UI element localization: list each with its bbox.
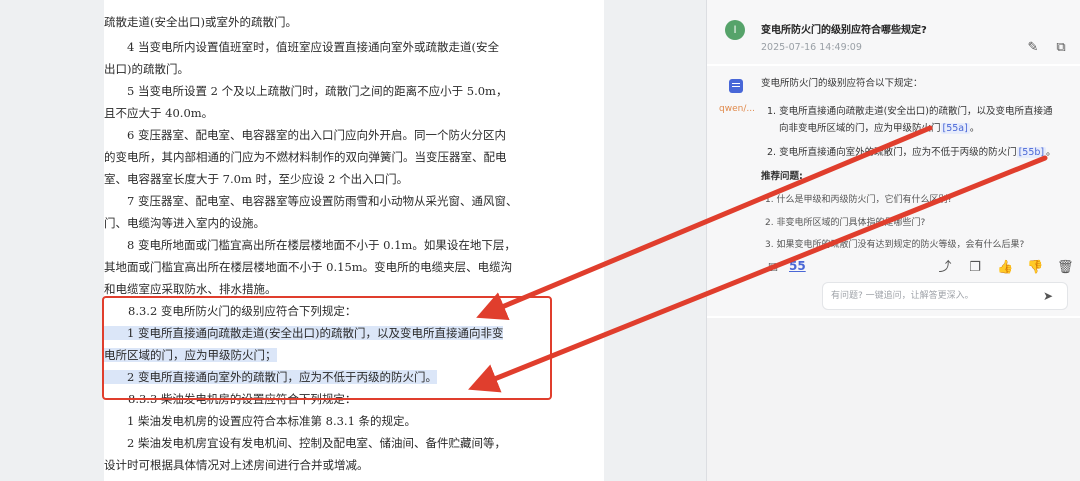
doc-line: 7 变压器室、配电室、电容器室等应设置防雨雪和小动物从采光窗、通风窗、: [104, 190, 604, 213]
doc-line: 8 变电所地面或门槛宜高出所在楼层楼地面不小于 0.1m。如果设在地下层，: [104, 234, 604, 257]
doc-text: 和电缆室应采取防水、排水措施。: [104, 282, 277, 296]
answer-text: 2. 变电所直接通向室外的疏散门，应为不低于丙级的防火门: [767, 147, 1017, 158]
doc-line: 疏散走道(安全出口)或室外的疏散门。: [104, 11, 604, 34]
doc-line: 其地面或门槛宜高出所在楼层楼地面不小于 0.15m。变电所的电缆夹层、电缆沟: [104, 256, 604, 279]
doc-text: 1 柴油发电机房的设置应符合本标准第 8.3.1 条的规定。: [104, 414, 417, 428]
answer-intro: 变电所防火门的级别应符合以下规定：: [761, 78, 923, 89]
doc-text: 5 当变电所设置 2 个及以上疏散门时，疏散门之间的距离不应小于 5.0m，: [104, 84, 508, 98]
document-page: 疏散走道(安全出口)或室外的疏散门。 4 当变电所内设置值班室时，值班室应设置直…: [104, 0, 604, 481]
doc-line: 6 变压器室、配电室、电容器室的出入口门应向外开启。同一个防火分区内: [104, 124, 604, 147]
copy-icon[interactable]: ⧉: [1053, 40, 1069, 56]
doc-text: 8 变电所地面或门槛宜高出所在楼层楼地面不小于 0.1m。如果设在地下层，: [104, 238, 516, 252]
duplicate-icon[interactable]: ❐: [967, 260, 983, 276]
doc-text: 出口)的疏散门。: [104, 62, 189, 76]
doc-text: 且不应大于 40.0m。: [104, 106, 214, 120]
panel-empty-area: [707, 318, 1080, 481]
question-text: 变电所防火门的级别应符合哪些规定?: [761, 25, 927, 36]
thumbs-down-icon[interactable]: 👎: [1027, 260, 1043, 276]
follow-up-input[interactable]: [831, 288, 1031, 304]
doc-line: 门、电缆沟等进入室内的设施。: [104, 212, 604, 235]
answer-item-1-cont: 向非变电所区域的门，应为甲级防火门 [55a]。: [779, 119, 979, 139]
doc-line: 的变电所，其内部相通的门应为不燃材料制作的双向弹簧门。当变压器室、配电: [104, 146, 604, 169]
recommend-question[interactable]: 3. 如果变电所的疏散门没有达到规定的防火等级，会有什么后果?: [765, 237, 1024, 250]
sources-icon[interactable]: ⧉: [765, 260, 781, 276]
question-timestamp: 2025-07-16 14:49:09: [761, 42, 862, 53]
share-icon[interactable]: ⤴: [937, 260, 953, 276]
user-avatar: I: [725, 20, 745, 40]
send-icon[interactable]: ➤: [1043, 289, 1057, 303]
doc-line: 2 柴油发电机房宜设有发电机间、控制及配电室、储油间、备件贮藏间等，: [104, 432, 604, 455]
answer-text: 向非变电所区域的门，应为甲级防火门: [779, 123, 941, 134]
doc-line: 1 柴油发电机房的设置应符合本标准第 8.3.1 条的规定。: [104, 410, 604, 433]
user-question-card: I 变电所防火门的级别应符合哪些规定? 2025-07-16 14:49:09 …: [707, 0, 1080, 64]
edit-icon[interactable]: ✎: [1025, 40, 1041, 56]
doc-text: 其地面或门槛宜高出所在楼层楼地面不小于 0.15m。变电所的电缆夹层、电缆沟: [104, 260, 513, 274]
answer-text: 。: [969, 123, 980, 134]
doc-line: 室、电容器室长度大于 7.0m 时，至少应设 2 个出入口门。: [104, 168, 604, 191]
trash-icon[interactable]: 🗑: [1057, 260, 1074, 276]
recommend-question[interactable]: 1. 什么是甲级和丙级防火门，它们有什么区别?: [765, 192, 952, 205]
thumbs-up-icon[interactable]: 👍: [997, 260, 1013, 276]
doc-line: 设计时可根据具体情况对上述房间进行合并或增减。: [104, 454, 604, 477]
answer-item-2: 2. 变电所直接通向室外的疏散门，应为不低于丙级的防火门 [55b]。: [767, 143, 1056, 163]
doc-text: 7 变压器室、配电室、电容器室等应设置防雨雪和小动物从采光窗、通风窗、: [104, 194, 518, 208]
doc-line: 4 当变电所内设置值班室时，值班室应设置直接通向室外或疏散走道(安全: [104, 36, 604, 59]
annotation-box: [102, 296, 552, 400]
source-count[interactable]: 55: [789, 259, 806, 273]
recommend-question[interactable]: 2. 非变电所区域的门具体指的是哪些门?: [765, 215, 925, 228]
doc-text: 门、电缆沟等进入室内的设施。: [104, 216, 265, 230]
doc-text: 4 当变电所内设置值班室时，值班室应设置直接通向室外或疏散走道(安全: [104, 40, 499, 54]
doc-line: 出口)的疏散门。: [104, 58, 604, 81]
doc-text: 的变电所，其内部相通的门应为不燃材料制作的双向弹簧门。当变压器室、配电: [104, 150, 507, 164]
doc-text: 6 变压器室、配电室、电容器室的出入口门应向外开启。同一个防火分区内: [104, 128, 506, 142]
doc-line: 且不应大于 40.0m。: [104, 102, 604, 125]
doc-text: 疏散走道(安全出口)或室外的疏散门。: [104, 15, 297, 29]
citation-link[interactable]: [55a]: [940, 123, 970, 134]
answer-text: 。: [1046, 147, 1056, 158]
chat-panel: I 变电所防火门的级别应符合哪些规定? 2025-07-16 14:49:09 …: [707, 0, 1080, 481]
recommend-title: 推荐问题:: [761, 171, 803, 182]
citation-link[interactable]: [55b]: [1016, 147, 1047, 158]
follow-up-input-box[interactable]: ➤: [822, 282, 1068, 310]
doc-text: 设计时可根据具体情况对上述房间进行合并或增减。: [104, 458, 369, 472]
doc-line: 5 当变电所设置 2 个及以上疏散门时，疏散门之间的距离不应小于 5.0m，: [104, 80, 604, 103]
model-tag: qwen/...: [719, 104, 755, 114]
doc-text: 室、电容器室长度大于 7.0m 时，至少应设 2 个出入口门。: [104, 172, 409, 186]
doc-text: 2 柴油发电机房宜设有发电机间、控制及配电室、储油间、备件贮藏间等，: [104, 436, 506, 450]
doc-icon: [729, 79, 743, 93]
